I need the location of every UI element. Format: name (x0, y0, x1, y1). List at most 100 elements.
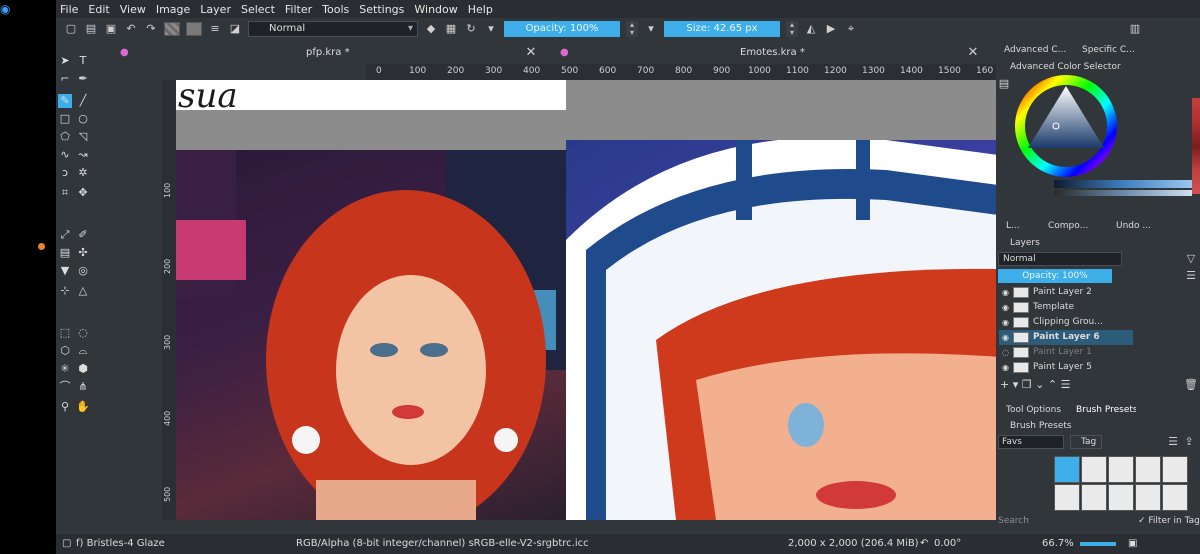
mirror-horizontal-icon[interactable]: ◭ (804, 22, 818, 36)
magnetic-select-icon[interactable]: ⋔ (76, 380, 90, 394)
tab-undo-history[interactable]: Undo ... (1116, 218, 1164, 234)
ellipse-tool-icon[interactable]: ○ (76, 112, 90, 126)
save-icon[interactable]: ▣ (104, 22, 118, 36)
chevron-down-icon[interactable]: ▾ (484, 22, 498, 36)
eye-icon[interactable]: ◉ (1002, 360, 1009, 375)
brush-preset[interactable] (1054, 484, 1080, 511)
new-document-icon[interactable]: ▢ (64, 22, 78, 36)
eye-icon[interactable]: ◉ (1002, 315, 1009, 330)
size-slider[interactable]: Size: 42.65 px (664, 21, 780, 37)
tab-tool-options[interactable]: Tool Options (1006, 402, 1066, 418)
eye-icon[interactable]: ◉ (1002, 285, 1009, 300)
eye-icon[interactable]: ◌ (1002, 345, 1009, 360)
tab-specific-color[interactable]: Specific C... (1082, 42, 1152, 58)
multibrush-icon[interactable]: ✲ (76, 166, 90, 180)
close-icon[interactable]: ✕ (524, 46, 538, 60)
opacity-slider[interactable]: Opacity: 100% (504, 21, 620, 37)
freehand-select-icon[interactable]: ⌓ (76, 344, 90, 358)
image-size-label[interactable]: 2,000 x 2,000 (206.4 MiB) (788, 534, 919, 554)
menu-image[interactable]: Image (156, 3, 190, 16)
brush-settings-icon[interactable]: ≡ (208, 22, 222, 36)
color-wheel[interactable] (1014, 74, 1118, 178)
line-tool-icon[interactable]: ╱ (76, 94, 90, 108)
menu-file[interactable]: File (60, 3, 78, 16)
brush-preset[interactable] (1162, 456, 1188, 483)
redo-icon[interactable]: ↷ (144, 22, 158, 36)
color-slider-value[interactable] (1054, 190, 1192, 196)
menu-help[interactable]: Help (468, 3, 493, 16)
freehand-brush-icon[interactable]: ✎ (58, 94, 72, 108)
canvas-emotes[interactable] (566, 80, 1036, 520)
import-icon[interactable]: ⇪ (1182, 435, 1196, 449)
brush-preset[interactable] (1054, 456, 1080, 483)
rectangle-tool-icon[interactable]: □ (58, 112, 72, 126)
menu-layer[interactable]: Layer (200, 3, 231, 16)
polyline-tool-icon[interactable]: ◹ (76, 130, 90, 144)
color-picker-icon[interactable]: ✐ (76, 228, 90, 242)
zoom-slider[interactable] (1080, 542, 1116, 546)
view-mode-icon[interactable]: ☰ (1166, 435, 1180, 449)
dynamic-brush-icon[interactable]: ↄ (58, 166, 72, 180)
text-tool-icon[interactable]: T (76, 54, 90, 68)
brush-preset[interactable] (1135, 484, 1161, 511)
freehand-path-icon[interactable]: ↝ (76, 148, 90, 162)
preserve-alpha-icon[interactable]: ▦ (444, 22, 458, 36)
tab-advanced-color[interactable]: Advanced C... (1004, 42, 1076, 58)
tab-layers-short[interactable]: L... (1006, 218, 1034, 234)
layer-row[interactable]: ◉ Clipping Grou... (999, 315, 1133, 330)
smart-patch-icon[interactable]: ✣ (76, 246, 90, 260)
colorize-mask-icon[interactable]: ◎ (76, 264, 90, 278)
measure-tool-icon[interactable]: △ (76, 284, 90, 298)
wrap-around-icon[interactable]: ⌖ (844, 22, 858, 36)
menu-tools[interactable]: Tools (322, 3, 349, 16)
brush-preset[interactable] (1162, 484, 1188, 511)
fill-gradient-swatch[interactable] (164, 22, 180, 36)
tab-pfp[interactable]: ● pfp.kra * (116, 44, 536, 62)
opacity-spinner[interactable]: ▴ ▾ (626, 21, 638, 37)
layer-row[interactable]: ◉ Template (999, 300, 1133, 315)
polygon-select-icon[interactable]: ⬡ (58, 344, 72, 358)
brush-preset[interactable] (1108, 484, 1134, 511)
edit-shapes-icon[interactable]: ⌐ (58, 72, 72, 86)
open-document-icon[interactable]: ▤ (84, 22, 98, 36)
reload-preset-icon[interactable]: ↻ (464, 22, 478, 36)
brush-preset[interactable] (1108, 456, 1134, 483)
filter-icon[interactable]: ▽ (1184, 252, 1198, 266)
layer-opacity-slider[interactable]: Opacity: 100% (998, 269, 1112, 283)
select-shapes-icon[interactable]: ➤ (58, 54, 72, 68)
close-icon[interactable]: ✕ (966, 46, 980, 60)
zoom-tool-icon[interactable]: ⚲ (58, 400, 72, 414)
undo-icon[interactable]: ↶ (124, 22, 138, 36)
duplicate-layer-icon[interactable]: ❐ (1022, 378, 1032, 391)
brush-preset[interactable] (1081, 484, 1107, 511)
chevron-down-icon[interactable]: ▾ (644, 22, 658, 36)
brush-search-input[interactable]: Search (998, 516, 1070, 528)
assistant-tool-icon[interactable]: ⊹ (58, 284, 72, 298)
fill-tool-icon[interactable]: ▼ (58, 264, 72, 278)
polygon-tool-icon[interactable]: ⬠ (58, 130, 72, 144)
eye-icon[interactable]: ◉ (1002, 300, 1009, 315)
brush-tag-select[interactable]: Favs (998, 435, 1064, 449)
current-brush-label[interactable]: f) Bristles-4 Glaze (76, 534, 165, 554)
contiguous-select-icon[interactable]: ✳ (58, 362, 72, 376)
menu-filter[interactable]: Filter (285, 3, 312, 16)
tag-button[interactable]: Tag (1070, 435, 1102, 449)
similar-select-icon[interactable]: ⬢ (76, 362, 90, 376)
eraser-mode-icon[interactable]: ◆ (424, 22, 438, 36)
size-spinner[interactable]: ▴ ▾ (786, 21, 798, 37)
gradient-tool-icon[interactable]: ▤ (58, 246, 72, 260)
menu-edit[interactable]: Edit (88, 3, 109, 16)
mirror-vertical-icon[interactable]: ▶ (824, 22, 838, 36)
menu-view[interactable]: View (120, 3, 146, 16)
blend-mode-select[interactable]: Normal (248, 21, 418, 37)
move-down-icon[interactable]: ⌄ (1035, 378, 1044, 391)
pan-tool-icon[interactable]: ✋ (76, 400, 90, 414)
layer-row[interactable]: ◉ Paint Layer 5 (999, 360, 1133, 375)
canvas-pfp[interactable]: sua (176, 80, 566, 520)
crop-tool-icon[interactable]: ⌗ (58, 186, 72, 200)
chevron-down-icon[interactable]: ▾ (1013, 378, 1019, 391)
rotate-icon[interactable]: ↶ (920, 534, 928, 554)
settings-icon[interactable]: ▤ (997, 77, 1011, 91)
tab-compositions[interactable]: Compo... (1048, 218, 1096, 234)
menu-icon[interactable]: ☰ (1184, 269, 1198, 283)
